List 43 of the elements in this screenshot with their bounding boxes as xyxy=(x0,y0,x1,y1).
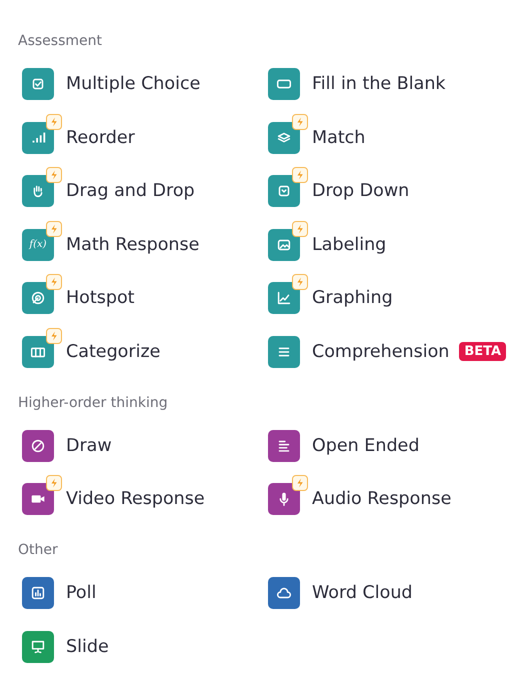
question-type-item[interactable]: Audio Response xyxy=(268,475,512,515)
item-label: Math Response xyxy=(66,234,200,254)
question-type-item[interactable]: Hotspot xyxy=(22,274,268,314)
section-heading: Assessment xyxy=(18,32,103,51)
question-type-item[interactable]: f(x) Math Response xyxy=(22,220,268,260)
question-type-item[interactable]: Open Ended xyxy=(268,422,512,462)
question-type-item[interactable]: Fill in the Blank xyxy=(268,60,512,100)
question-type-item[interactable]: Categorize xyxy=(22,328,268,368)
question-type-item[interactable]: Drag and Drop xyxy=(22,167,268,207)
item-label: Match xyxy=(312,128,366,148)
question-type-item[interactable]: Draw xyxy=(22,422,268,462)
item-label: Audio Response xyxy=(312,489,452,509)
item-label: Word Cloud xyxy=(312,583,413,603)
question-type-item[interactable]: Graphing xyxy=(268,274,512,314)
question-type-item[interactable]: Labeling xyxy=(268,220,512,260)
item-label: Labeling xyxy=(312,234,386,254)
item-label: Drop Down xyxy=(312,181,410,201)
question-type-item[interactable]: Video Response xyxy=(22,475,268,515)
beta-badge: BETA xyxy=(459,342,506,361)
section-heading: Other xyxy=(18,541,59,560)
item-label: Comprehension xyxy=(312,342,450,362)
item-label: Reorder xyxy=(66,128,135,148)
question-type-item[interactable]: Slide xyxy=(22,622,268,662)
question-type-item[interactable]: Word Cloud xyxy=(268,569,512,609)
question-type-item[interactable]: Multiple Choice xyxy=(22,60,268,100)
item-label: Drag and Drop xyxy=(66,181,195,201)
question-type-item[interactable]: Match xyxy=(268,114,512,154)
item-label: Graphing xyxy=(312,288,393,308)
item-label: Categorize xyxy=(66,342,160,362)
function-icon: f(x) xyxy=(22,228,54,260)
item-label: Fill in the Blank xyxy=(312,74,446,94)
item-label: Poll xyxy=(66,583,96,603)
question-type-item[interactable]: Comprehension BETA xyxy=(268,328,512,368)
item-label: Open Ended xyxy=(312,436,420,456)
item-label: Hotspot xyxy=(66,288,135,308)
item-label: Slide xyxy=(66,636,109,656)
section-heading: Higher-order thinking xyxy=(18,394,169,412)
question-type-item[interactable]: Drop Down xyxy=(268,167,512,207)
item-label: Video Response xyxy=(66,489,205,509)
item-label: Multiple Choice xyxy=(66,74,200,94)
question-type-item[interactable]: Poll xyxy=(22,569,268,609)
item-label: Draw xyxy=(66,436,112,456)
question-type-item[interactable]: Reorder xyxy=(22,114,268,154)
